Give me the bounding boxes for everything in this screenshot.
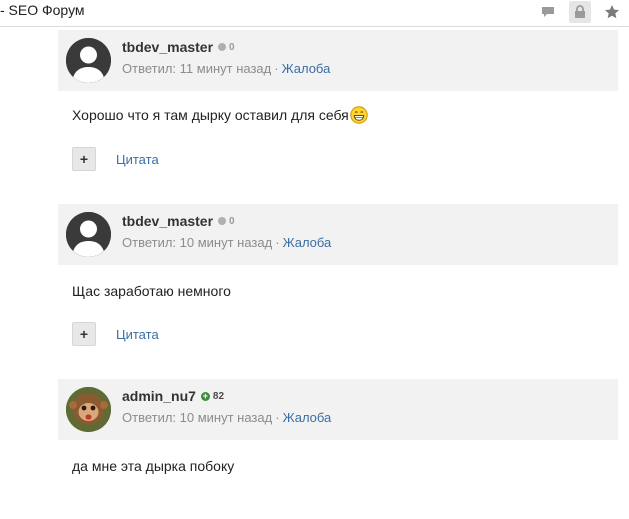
post-time: Ответил: 10 минут назад (122, 235, 273, 250)
forum-post: admin_nu7 + 82 Ответил: 10 минут назад · Ж… (58, 379, 618, 519)
reputation-plus-icon: + (200, 390, 210, 401)
post-time: Ответил: 11 минут назад (122, 61, 272, 76)
post-header: admin_nu7 + 82 Ответил: 10 минут назад · Ж… (58, 379, 618, 440)
grin-smiley-icon (350, 106, 368, 124)
report-link[interactable]: Жалоба (283, 410, 332, 425)
tab-title[interactable]: - SEO Форум (0, 2, 85, 18)
meta-separator: · (275, 410, 280, 425)
reputation-value: 0 (229, 215, 235, 227)
post-meta: Ответил: 11 минут назад · Жалоба (122, 61, 330, 76)
reputation-value: 82 (212, 390, 225, 402)
post-actions: + Цитата (72, 322, 159, 346)
report-link[interactable]: Жалоба (282, 61, 331, 76)
post-body: Щас заработаю немного (72, 283, 231, 299)
post-username[interactable]: tbdev_master 0 (122, 213, 235, 229)
post-username[interactable]: admin_nu7 + 82 (122, 388, 224, 404)
plus-button[interactable]: + (72, 322, 96, 346)
avatar-default[interactable] (66, 38, 111, 83)
post-body: Хорошо что я там дырку оставил для себя (72, 106, 368, 124)
post-meta: Ответил: 10 минут назад · Жалоба (122, 410, 331, 425)
reputation-neutral-icon (218, 217, 227, 225)
reputation-badge: 0 (218, 42, 235, 53)
username-text[interactable]: tbdev_master (122, 39, 213, 55)
reputation-value: 0 (229, 41, 235, 53)
reputation-badge: + 82 (200, 390, 225, 402)
username-text[interactable]: admin_nu7 (122, 388, 196, 404)
comment-icon[interactable] (537, 1, 559, 23)
post-text: да мне эта дырка побоку (72, 458, 235, 474)
avatar-default[interactable] (66, 212, 111, 257)
star-icon[interactable] (601, 1, 623, 23)
meta-separator: · (274, 61, 279, 76)
report-link[interactable]: Жалоба (283, 235, 332, 250)
username-text[interactable]: tbdev_master (122, 213, 213, 229)
meta-separator: · (275, 235, 280, 250)
lock-icon[interactable] (569, 1, 591, 23)
avatar-photo[interactable] (66, 387, 111, 432)
plus-button[interactable]: + (72, 147, 96, 171)
quote-link[interactable]: Цитата (116, 152, 159, 167)
user-silhouette-icon (66, 212, 111, 257)
user-silhouette-icon (66, 38, 111, 83)
forum-post: tbdev_master 0 Ответил: 11 минут назад · Ж… (58, 30, 618, 205)
post-body: да мне эта дырка побоку (72, 458, 234, 474)
post-text: Щас заработаю немного (72, 283, 231, 299)
forum-post: tbdev_master 0 Ответил: 10 минут назад · Ж… (58, 204, 618, 379)
post-text: Хорошо что я там дырку оставил для себя (72, 107, 349, 123)
monkey-avatar-icon (66, 387, 111, 432)
toolbar-icons (537, 0, 623, 24)
post-username[interactable]: tbdev_master 0 (122, 39, 235, 55)
post-header: tbdev_master 0 Ответил: 11 минут назад · Ж… (58, 30, 618, 91)
reputation-neutral-icon (218, 43, 227, 51)
quote-link[interactable]: Цитата (116, 327, 159, 342)
post-time: Ответил: 10 минут назад (122, 410, 273, 425)
reputation-badge: 0 (218, 216, 235, 227)
post-header: tbdev_master 0 Ответил: 10 минут назад · Ж… (58, 204, 618, 265)
post-meta: Ответил: 10 минут назад · Жалоба (122, 235, 331, 250)
post-actions: + Цитата (72, 147, 159, 171)
browser-tab-bar: - SEO Форум (0, 0, 629, 27)
